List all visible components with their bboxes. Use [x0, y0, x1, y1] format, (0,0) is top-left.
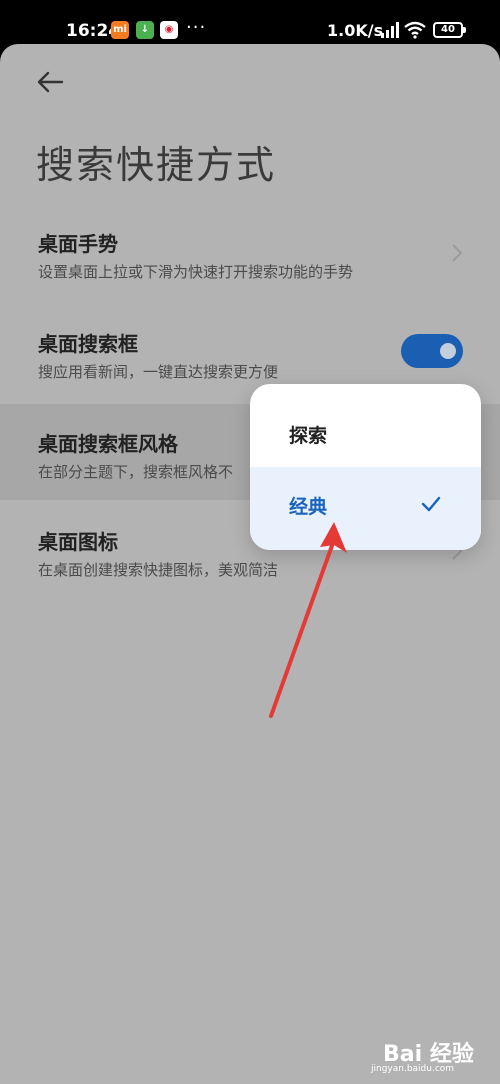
menu-option-classic[interactable]: 经典 [250, 467, 481, 550]
setting-desktop-gesture[interactable]: 桌面手势 设置桌面上拉或下滑为快速打开搜索功能的手势 [0, 212, 500, 296]
setting-description: 在桌面创建搜索快捷图标，美观简洁 [38, 561, 279, 579]
back-arrow-icon[interactable] [34, 66, 66, 98]
setting-description: 搜应用看新闻，一键直达搜索更方便 [38, 363, 279, 381]
settings-page: 搜索快捷方式 桌面手势 设置桌面上拉或下滑为快速打开搜索功能的手势 桌面搜索框 … [0, 44, 500, 1084]
more-notifications-icon: ··· [186, 17, 207, 38]
setting-title: 桌面手势 [38, 232, 118, 256]
signal-icon [381, 22, 399, 38]
mi-app-icon: mi [111, 21, 129, 39]
menu-option-label: 探索 [289, 425, 328, 447]
weibo-icon: ◉ [160, 21, 178, 39]
setting-description: 在部分主题下，搜索框风格不 [38, 463, 234, 481]
checkmark-icon [421, 496, 441, 512]
battery-icon: 40 [433, 22, 466, 38]
setting-title: 桌面图标 [38, 530, 118, 554]
style-popup-menu: 探索 经典 [250, 384, 481, 550]
menu-option-label: 经典 [289, 496, 328, 518]
setting-title: 桌面搜索框 [38, 332, 138, 356]
download-icon: ↓ [136, 21, 154, 39]
watermark-url: jingyan.baidu.com [371, 1064, 455, 1074]
setting-title: 桌面搜索框风格 [38, 432, 178, 456]
toggle-knob [440, 343, 456, 359]
network-speed: 1.0K/s [327, 21, 384, 40]
menu-option-explore[interactable]: 探索 [250, 384, 481, 467]
setting-description: 设置桌面上拉或下滑为快速打开搜索功能的手势 [38, 263, 354, 281]
chevron-right-icon [452, 244, 463, 262]
wifi-icon [404, 21, 426, 39]
status-bar: 16:24 mi ↓ ◉ ··· 1.0K/s 40 [0, 0, 500, 44]
page-title: 搜索快捷方式 [36, 143, 277, 187]
search-box-toggle[interactable] [401, 334, 463, 368]
